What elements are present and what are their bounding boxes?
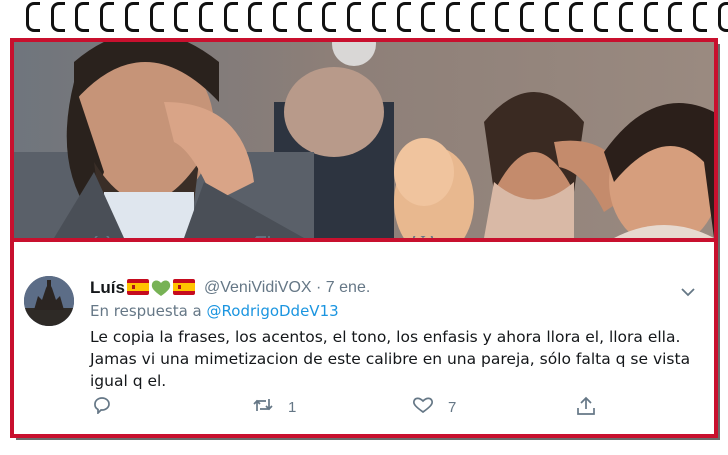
spiral-ring <box>50 2 65 32</box>
spiral-ring <box>198 2 213 32</box>
reply-mention[interactable]: @RodrigoDdeV13 <box>207 302 339 320</box>
tweet-text: Le copia la frases, los acentos, el tono… <box>90 328 691 390</box>
spiral-ring <box>273 2 287 32</box>
spiral-ring <box>297 2 312 32</box>
reply-action[interactable] <box>92 396 124 418</box>
reply-context: En respuesta a @RodrigoDdeV13 <box>90 302 339 320</box>
spiral-ring <box>149 2 164 32</box>
display-name[interactable]: Luís <box>90 278 125 298</box>
spiral-ring <box>445 2 460 32</box>
spiral-ring <box>594 2 609 32</box>
like-action[interactable]: 7 <box>412 396 456 418</box>
spiral-ring <box>174 2 189 32</box>
spiral-ring <box>124 2 139 32</box>
share-icon <box>576 396 596 420</box>
reply-prefix: En respuesta a <box>90 302 202 320</box>
spiral-ring <box>668 2 683 32</box>
notebook-spiral-binding <box>0 0 728 36</box>
spiral-ring <box>692 2 707 32</box>
like-count: 7 <box>448 398 457 416</box>
spiral-ring <box>544 2 559 32</box>
retweet-action[interactable]: 1 <box>252 396 296 418</box>
spiral-ring <box>347 2 362 32</box>
screenshot-frame: 1 4 6 Luís <box>10 38 718 438</box>
spiral-ring <box>100 2 115 32</box>
spiral-ring <box>396 2 411 32</box>
spiral-ring <box>520 2 534 32</box>
spiral-ring <box>618 2 633 32</box>
separator: · <box>316 279 322 296</box>
spiral-ring <box>371 2 386 32</box>
share-action[interactable] <box>576 396 596 420</box>
tweet: Luís @VeniVidiVOX · 7 ene. En respuesta … <box>14 242 714 434</box>
spiral-ring <box>470 2 485 32</box>
spiral-ring <box>421 2 436 32</box>
spiral-ring <box>643 2 658 32</box>
spain-flag-icon <box>173 279 195 301</box>
chevron-down-icon[interactable] <box>680 282 696 301</box>
spiral-ring <box>322 2 337 32</box>
spiral-ring <box>26 2 40 32</box>
name-emojis <box>127 279 195 301</box>
handle-and-date: @VeniVidiVOX · 7 ene. <box>204 279 370 297</box>
retweet-icon <box>252 396 274 418</box>
spiral-ring <box>569 2 584 32</box>
spiral-ring <box>717 2 728 32</box>
spiral-ring <box>75 2 90 32</box>
date[interactable]: 7 ene. <box>326 279 370 296</box>
heart-icon <box>412 396 434 418</box>
handle[interactable]: @VeniVidiVOX <box>204 279 312 296</box>
spain-flag-icon <box>127 279 149 301</box>
spiral-ring <box>248 2 263 32</box>
retweet-count: 1 <box>288 398 297 416</box>
avatar[interactable] <box>24 276 74 326</box>
spiral-ring <box>223 2 238 32</box>
spiral-ring <box>495 2 510 32</box>
tweet-photo[interactable] <box>14 42 714 238</box>
reply-icon <box>92 396 112 418</box>
green-heart-icon <box>151 279 171 301</box>
